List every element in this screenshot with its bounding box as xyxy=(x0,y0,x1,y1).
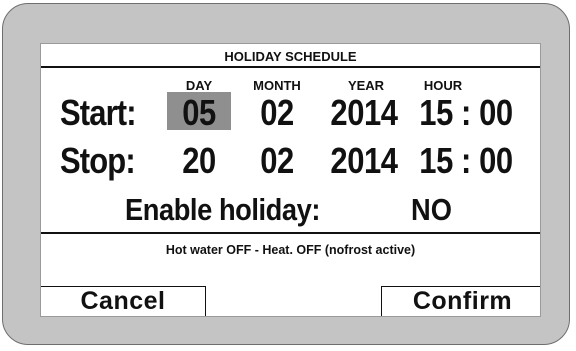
start-month-field[interactable]: 02 xyxy=(243,92,312,134)
column-header-year: YEAR xyxy=(347,78,385,93)
start-year-field[interactable]: 2014 xyxy=(317,92,412,134)
status-text: Hot water OFF - Heat. OFF (nofrost activ… xyxy=(165,243,416,257)
stop-day-field[interactable]: 20 xyxy=(165,140,234,182)
stop-label: Stop: xyxy=(60,140,136,181)
stop-month-field[interactable]: 02 xyxy=(243,140,312,182)
stop-hour-field[interactable]: 15 : 00 xyxy=(407,140,526,182)
cancel-button[interactable]: Cancel xyxy=(41,286,206,316)
start-hour-field[interactable]: 15 : 00 xyxy=(407,92,526,134)
column-header-hour: HOUR xyxy=(423,78,463,93)
start-label: Start: xyxy=(60,92,137,133)
status-divider xyxy=(41,232,540,234)
confirm-button[interactable]: Confirm xyxy=(381,286,540,316)
enable-holiday-value[interactable]: NO xyxy=(411,192,452,228)
column-header-month: MONTH xyxy=(253,78,301,93)
start-day-field[interactable]: 05 xyxy=(165,92,234,134)
enable-holiday-label: Enable holiday: xyxy=(125,192,321,227)
stop-year-field[interactable]: 2014 xyxy=(317,140,412,182)
title-divider xyxy=(41,66,540,68)
screen-title: HOLIDAY SCHEDULE xyxy=(224,49,357,64)
column-header-day: DAY xyxy=(185,78,213,93)
lcd-screen: HOLIDAY SCHEDULE DAY MONTH YEAR HOUR Sta… xyxy=(40,43,541,317)
